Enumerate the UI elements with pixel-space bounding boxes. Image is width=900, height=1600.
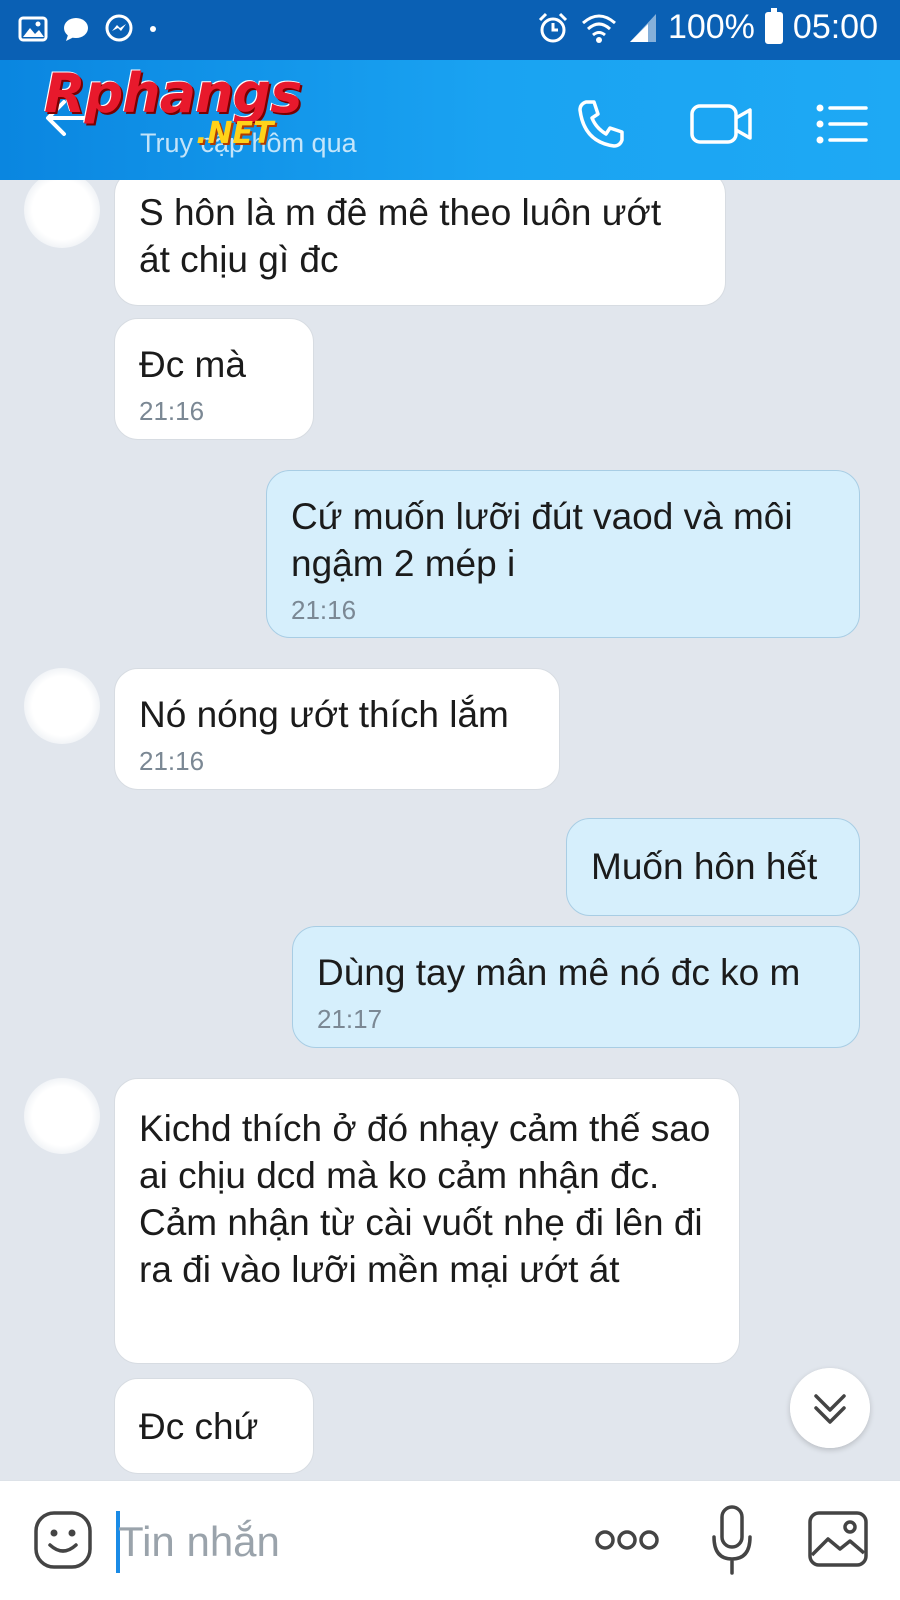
avatar[interactable] bbox=[24, 1078, 100, 1154]
image-icon[interactable] bbox=[806, 1509, 870, 1569]
message-bubble-incoming[interactable]: S hôn là m đê mê theo luôn ướt át chịu g… bbox=[114, 180, 726, 306]
phone-icon[interactable] bbox=[572, 94, 632, 154]
message-text: Đc mà bbox=[139, 344, 246, 385]
message-text: Nó nóng ướt thích lắm bbox=[139, 694, 509, 735]
watermark-logo-sub: .NET bbox=[196, 116, 274, 151]
message-text: Kichd thích ở đó nhạy cảm thế sao ai chị… bbox=[139, 1108, 711, 1290]
chat-header: Rphangs Truy cập hôm qua .NET bbox=[0, 60, 900, 180]
message-text: Đc chứ bbox=[139, 1406, 259, 1447]
message-text: Dùng tay mân mê nó đc ko m bbox=[317, 952, 801, 993]
double-chevron-down-icon[interactable] bbox=[790, 1368, 870, 1448]
message-bubble-incoming[interactable]: Kichd thích ở đó nhạy cảm thế sao ai chị… bbox=[114, 1078, 740, 1364]
message-bubble-outgoing[interactable]: Dùng tay mân mê nó đc ko m 21:17 bbox=[292, 926, 860, 1048]
gallery-notification-icon bbox=[18, 16, 48, 42]
wifi-icon bbox=[581, 14, 616, 43]
list-menu-icon[interactable] bbox=[812, 94, 872, 154]
alarm-icon bbox=[538, 12, 567, 42]
dot-icon bbox=[150, 26, 156, 32]
microphone-icon[interactable] bbox=[708, 1503, 756, 1577]
battery-icon bbox=[764, 7, 783, 44]
message-bubble-incoming[interactable]: Đc chứ bbox=[114, 1378, 314, 1474]
video-camera-icon[interactable] bbox=[688, 94, 754, 154]
messenger-notification-icon bbox=[105, 14, 133, 42]
more-dots-icon[interactable] bbox=[594, 1525, 660, 1555]
message-composer bbox=[0, 1480, 900, 1600]
avatar[interactable] bbox=[24, 180, 100, 248]
message-bubble-outgoing[interactable]: Muốn hôn hết bbox=[566, 818, 860, 916]
message-bubble-outgoing[interactable]: Cứ muốn lưỡi đút vaod và môi ngậm 2 mép … bbox=[266, 470, 860, 638]
message-text: Cứ muốn lưỡi đút vaod và môi ngậm 2 mép … bbox=[291, 496, 793, 584]
battery-percent: 100% bbox=[667, 8, 755, 46]
status-bar: 100% 05:00 bbox=[0, 0, 900, 60]
clock: 05:00 bbox=[792, 8, 878, 46]
message-list[interactable]: S hôn là m đê mê theo luôn ướt át chịu g… bbox=[0, 180, 900, 1480]
message-time: 21:17 bbox=[317, 1004, 383, 1034]
message-time: 21:16 bbox=[139, 396, 205, 426]
message-time: 21:16 bbox=[291, 595, 357, 625]
message-input[interactable] bbox=[118, 1507, 558, 1577]
emoji-icon[interactable] bbox=[32, 1509, 94, 1571]
message-text: S hôn là m đê mê theo luôn ướt át chịu g… bbox=[139, 192, 662, 280]
avatar[interactable] bbox=[24, 668, 100, 744]
signal-icon bbox=[629, 13, 656, 42]
message-text: Muốn hôn hết bbox=[591, 846, 818, 887]
message-bubble-incoming[interactable]: Đc mà 21:16 bbox=[114, 318, 314, 440]
chat-notification-icon bbox=[64, 18, 88, 41]
message-bubble-incoming[interactable]: Nó nóng ướt thích lắm 21:16 bbox=[114, 668, 560, 790]
message-time: 21:16 bbox=[139, 746, 205, 776]
